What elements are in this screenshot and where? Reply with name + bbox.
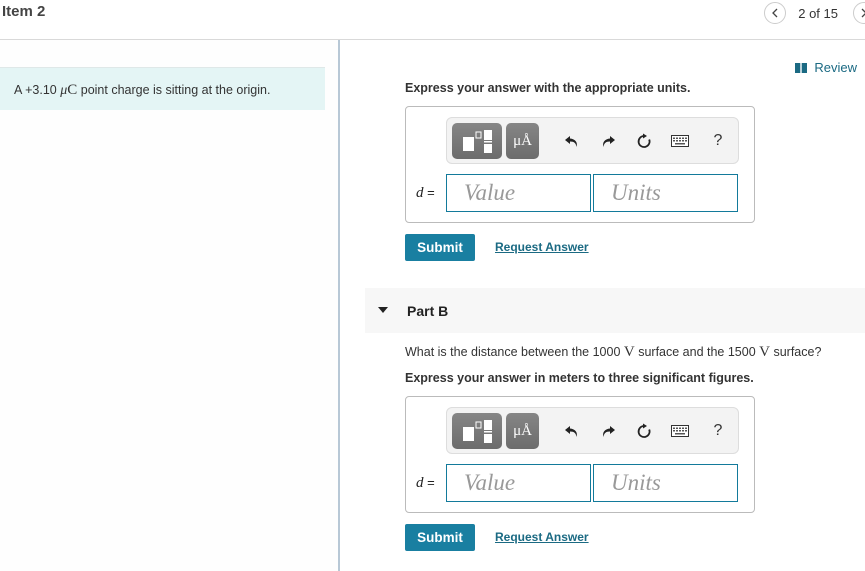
- part-b-submit-button[interactable]: Submit: [405, 524, 475, 551]
- book-icon: [795, 62, 808, 73]
- part-b-request-answer-link[interactable]: Request Answer: [495, 530, 589, 544]
- unit-coulomb: C: [67, 82, 78, 98]
- redo-button[interactable]: [597, 420, 619, 442]
- problem-text-suffix: point charge is sitting at the origin.: [77, 83, 271, 97]
- panel-divider[interactable]: [338, 40, 340, 571]
- redo-button[interactable]: [597, 130, 619, 152]
- redo-icon: [603, 426, 615, 437]
- units-input[interactable]: Units: [593, 464, 738, 502]
- review-link[interactable]: Review: [795, 60, 857, 75]
- header: Item 2 2 of 15: [0, 0, 865, 40]
- templates-button[interactable]: [452, 123, 502, 159]
- part-b-instruction: Express your answer in meters to three s…: [405, 371, 754, 385]
- part-a-request-answer-link[interactable]: Request Answer: [495, 240, 589, 254]
- part-b-title: Part B: [407, 303, 449, 319]
- unit-volt: V: [759, 344, 770, 360]
- units-button[interactable]: μÅ: [506, 123, 539, 159]
- answer-variable-label: d =: [416, 475, 435, 492]
- question-text: surface and the 1500: [634, 345, 760, 359]
- item-title: Item 2: [2, 3, 46, 20]
- templates-icon: [463, 130, 492, 153]
- help-button[interactable]: ?: [707, 130, 729, 152]
- reset-icon: [637, 133, 651, 148]
- part-b-answer-box: μÅ ? d = Value Units: [405, 396, 755, 513]
- reset-button[interactable]: [633, 130, 655, 152]
- units-icon: μÅ: [513, 132, 532, 149]
- help-button[interactable]: ?: [707, 420, 729, 442]
- chevron-right-icon: [861, 8, 865, 18]
- answer-variable-label: d =: [416, 185, 435, 202]
- variable-d: d: [416, 475, 424, 491]
- reset-button[interactable]: [633, 420, 655, 442]
- part-a-answer-box: μÅ ? d = Value Units: [405, 106, 755, 223]
- value-input[interactable]: Value: [446, 174, 591, 212]
- keyboard-button[interactable]: [669, 420, 691, 442]
- undo-icon: [565, 426, 577, 437]
- undo-icon: [565, 136, 577, 147]
- reset-icon: [637, 423, 651, 438]
- redo-icon: [603, 136, 615, 147]
- page-count: 2 of 15: [798, 5, 838, 21]
- help-icon: ?: [713, 132, 723, 149]
- collapse-arrow-icon: [378, 307, 388, 313]
- pagination: 2 of 15: [764, 2, 865, 24]
- part-b-header[interactable]: Part B: [365, 288, 865, 333]
- problem-text-prefix: A +3.10: [14, 83, 61, 97]
- templates-icon: [463, 420, 492, 443]
- units-icon: μÅ: [513, 422, 532, 439]
- units-input[interactable]: Units: [593, 174, 738, 212]
- keyboard-icon: [671, 135, 689, 147]
- question-text: surface?: [769, 345, 822, 359]
- unit-volt: V: [623, 344, 635, 360]
- undo-button[interactable]: [561, 420, 583, 442]
- math-toolbar: μÅ ?: [446, 407, 739, 454]
- equals-sign: =: [423, 185, 435, 200]
- value-input[interactable]: Value: [446, 464, 591, 502]
- part-a-instruction: Express your answer with the appropriate…: [405, 81, 691, 95]
- next-item-button[interactable]: [853, 2, 865, 24]
- help-icon: ?: [713, 422, 723, 439]
- keyboard-icon: [671, 425, 689, 437]
- part-a-submit-button[interactable]: Submit: [405, 234, 475, 261]
- prev-item-button[interactable]: [764, 2, 787, 24]
- variable-d: d: [416, 185, 424, 201]
- problem-panel: A +3.10 μC point charge is sitting at th…: [0, 40, 338, 571]
- keyboard-button[interactable]: [669, 130, 691, 152]
- problem-statement: A +3.10 μC point charge is sitting at th…: [0, 67, 325, 110]
- equals-sign: =: [423, 475, 435, 490]
- chevron-left-icon: [772, 8, 778, 18]
- question-text: What is the distance between the 1000: [405, 345, 624, 359]
- review-label: Review: [814, 60, 857, 75]
- part-b-question: What is the distance between the 1000 V …: [405, 344, 821, 361]
- units-button[interactable]: μÅ: [506, 413, 539, 449]
- undo-button[interactable]: [561, 130, 583, 152]
- templates-button[interactable]: [452, 413, 502, 449]
- math-toolbar: μÅ ?: [446, 117, 739, 164]
